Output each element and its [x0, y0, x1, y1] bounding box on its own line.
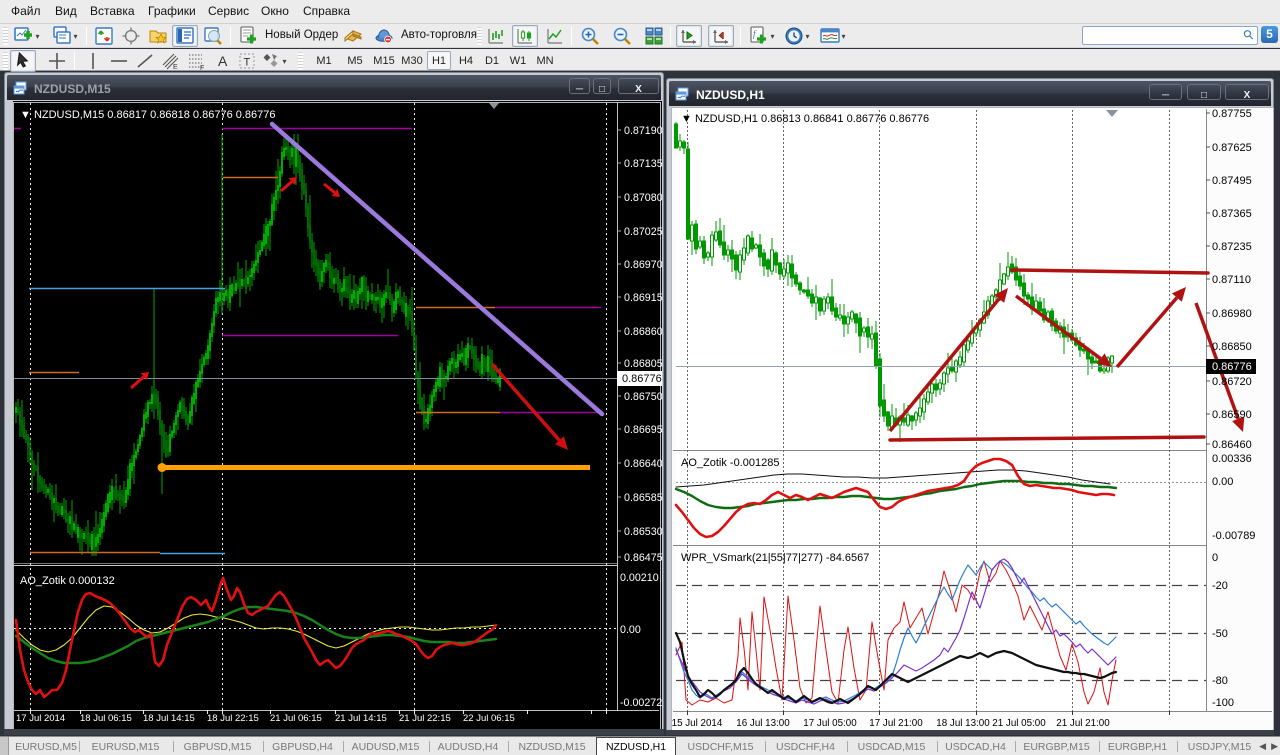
- svg-text:0.86970: 0.86970: [624, 259, 662, 271]
- svg-text:0.86640: 0.86640: [624, 458, 662, 470]
- svg-text:17 Jul 21:00: 17 Jul 21:00: [869, 718, 923, 729]
- svg-text:0.86776: 0.86776: [622, 373, 662, 385]
- svg-text:0.86980: 0.86980: [1212, 308, 1252, 320]
- svg-text:0.00336: 0.00336: [1212, 453, 1252, 465]
- svg-text:-0.00272: -0.00272: [620, 697, 662, 709]
- svg-text:22 Jul 06:15: 22 Jul 06:15: [463, 713, 515, 724]
- svg-text:21 Jul 06:15: 21 Jul 06:15: [270, 713, 322, 724]
- svg-text:AO_Zotik 0.000132: AO_Zotik 0.000132: [20, 575, 115, 587]
- svg-text:-100: -100: [1212, 697, 1234, 709]
- svg-text:0.86460: 0.86460: [1212, 439, 1252, 451]
- svg-text:17 Jul 05:00: 17 Jul 05:00: [803, 718, 857, 729]
- svg-text:T: T: [244, 57, 251, 69]
- svg-text:0.87235: 0.87235: [1212, 241, 1252, 253]
- svg-text:18 Jul 22:15: 18 Jul 22:15: [207, 713, 259, 724]
- svg-text:0.00: 0.00: [620, 624, 641, 636]
- svg-text:0.87135: 0.87135: [624, 158, 662, 170]
- svg-text:0.00210: 0.00210: [620, 572, 659, 584]
- svg-text:0.87365: 0.87365: [1212, 208, 1252, 220]
- svg-text:18 Jul 14:15: 18 Jul 14:15: [143, 713, 195, 724]
- svg-text:0.87190: 0.87190: [624, 125, 662, 137]
- svg-text:0.87625: 0.87625: [1212, 142, 1252, 154]
- svg-text:F: F: [200, 65, 204, 71]
- svg-text:0.87495: 0.87495: [1212, 175, 1252, 187]
- svg-text:0.86915: 0.86915: [624, 292, 662, 304]
- svg-text:0.87080: 0.87080: [624, 192, 662, 204]
- svg-text:15 Jul 2014: 15 Jul 2014: [672, 718, 723, 729]
- svg-text:0.86850: 0.86850: [1212, 341, 1252, 353]
- svg-text:▼ NZDUSD,M15 0.86817 0.86818: ▼ NZDUSD,M15 0.86817 0.86818 0.86776 0.8…: [20, 109, 276, 121]
- svg-text:21 Jul 14:15: 21 Jul 14:15: [335, 713, 387, 724]
- svg-text:0.86860: 0.86860: [624, 326, 662, 338]
- svg-text:21 Jul 21:00: 21 Jul 21:00: [1056, 718, 1110, 729]
- svg-text:21 Jul 22:15: 21 Jul 22:15: [399, 713, 451, 724]
- svg-text:-0.00789: -0.00789: [1212, 530, 1255, 542]
- svg-text:-80: -80: [1212, 675, 1228, 687]
- svg-text:0: 0: [1212, 552, 1218, 564]
- svg-text:▼ NZDUSD,H1 0.86813 0.86841 0: ▼ NZDUSD,H1 0.86813 0.86841 0.86776 0.86…: [681, 113, 929, 125]
- svg-text:0.86530: 0.86530: [624, 526, 662, 538]
- svg-text:0.86720: 0.86720: [1212, 376, 1252, 388]
- svg-text:0.86590: 0.86590: [1212, 409, 1252, 421]
- svg-text:A: A: [218, 53, 228, 69]
- svg-text:AO_Zotik -0.001285: AO_Zotik -0.001285: [681, 457, 779, 469]
- svg-text:0.86475: 0.86475: [624, 552, 662, 564]
- svg-text:E: E: [173, 64, 178, 71]
- svg-text:18 Jul 13:00: 18 Jul 13:00: [936, 718, 990, 729]
- svg-text:0.00: 0.00: [1212, 476, 1233, 488]
- svg-text:0.86585: 0.86585: [624, 492, 662, 504]
- svg-text:17 Jul 2014: 17 Jul 2014: [16, 713, 65, 724]
- svg-text:21 Jul 05:00: 21 Jul 05:00: [992, 718, 1046, 729]
- svg-text:0.86695: 0.86695: [624, 424, 662, 436]
- svg-text:-20: -20: [1212, 580, 1228, 592]
- svg-text:0.87755: 0.87755: [1212, 108, 1252, 120]
- svg-text:0.87025: 0.87025: [624, 226, 662, 238]
- svg-text:0.86750: 0.86750: [624, 391, 662, 403]
- svg-text:16 Jul 13:00: 16 Jul 13:00: [736, 718, 790, 729]
- svg-text:18 Jul 06:15: 18 Jul 06:15: [80, 713, 132, 724]
- svg-text:0.86805: 0.86805: [624, 358, 662, 370]
- svg-text:0.86776: 0.86776: [1212, 361, 1252, 373]
- svg-text:-50: -50: [1212, 628, 1228, 640]
- svg-text:0.87110: 0.87110: [1212, 274, 1251, 286]
- svg-text:WPR_VSmark(21|55|77|277) -84.6: WPR_VSmark(21|55|77|277) -84.6567: [681, 552, 869, 564]
